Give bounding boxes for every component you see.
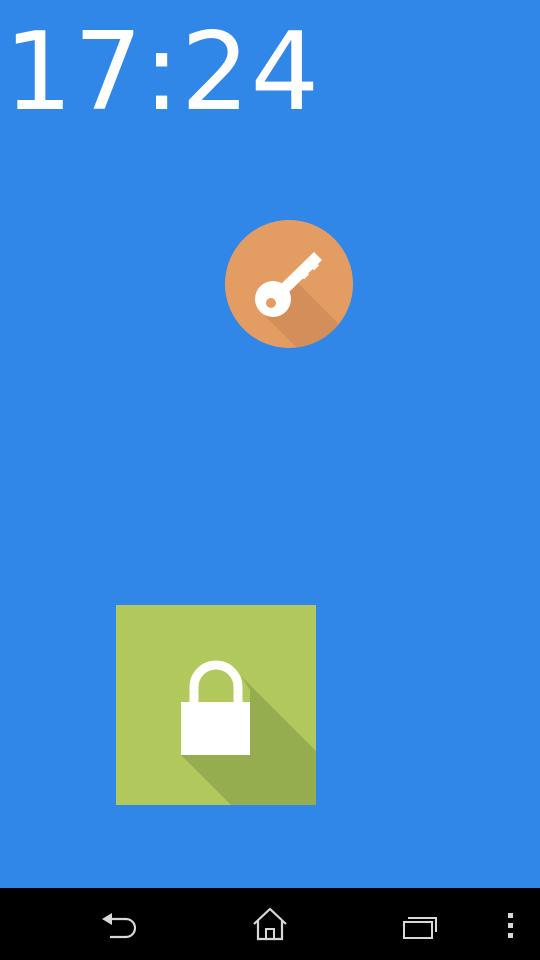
overflow-menu-button[interactable]	[478, 902, 540, 946]
clock-time: 17:24	[4, 10, 321, 135]
key-unlock-button[interactable]	[225, 220, 353, 348]
recent-apps-button[interactable]	[388, 902, 452, 946]
overflow-menu-icon	[508, 913, 513, 938]
lock-tile-button[interactable]	[116, 605, 316, 805]
home-button[interactable]	[238, 902, 302, 946]
home-icon	[253, 907, 287, 941]
back-button[interactable]	[88, 902, 152, 946]
navigation-bar	[0, 888, 540, 960]
padlock-icon	[181, 660, 316, 805]
recent-apps-icon	[403, 917, 437, 939]
back-icon	[102, 913, 137, 939]
key-icon	[255, 252, 353, 348]
